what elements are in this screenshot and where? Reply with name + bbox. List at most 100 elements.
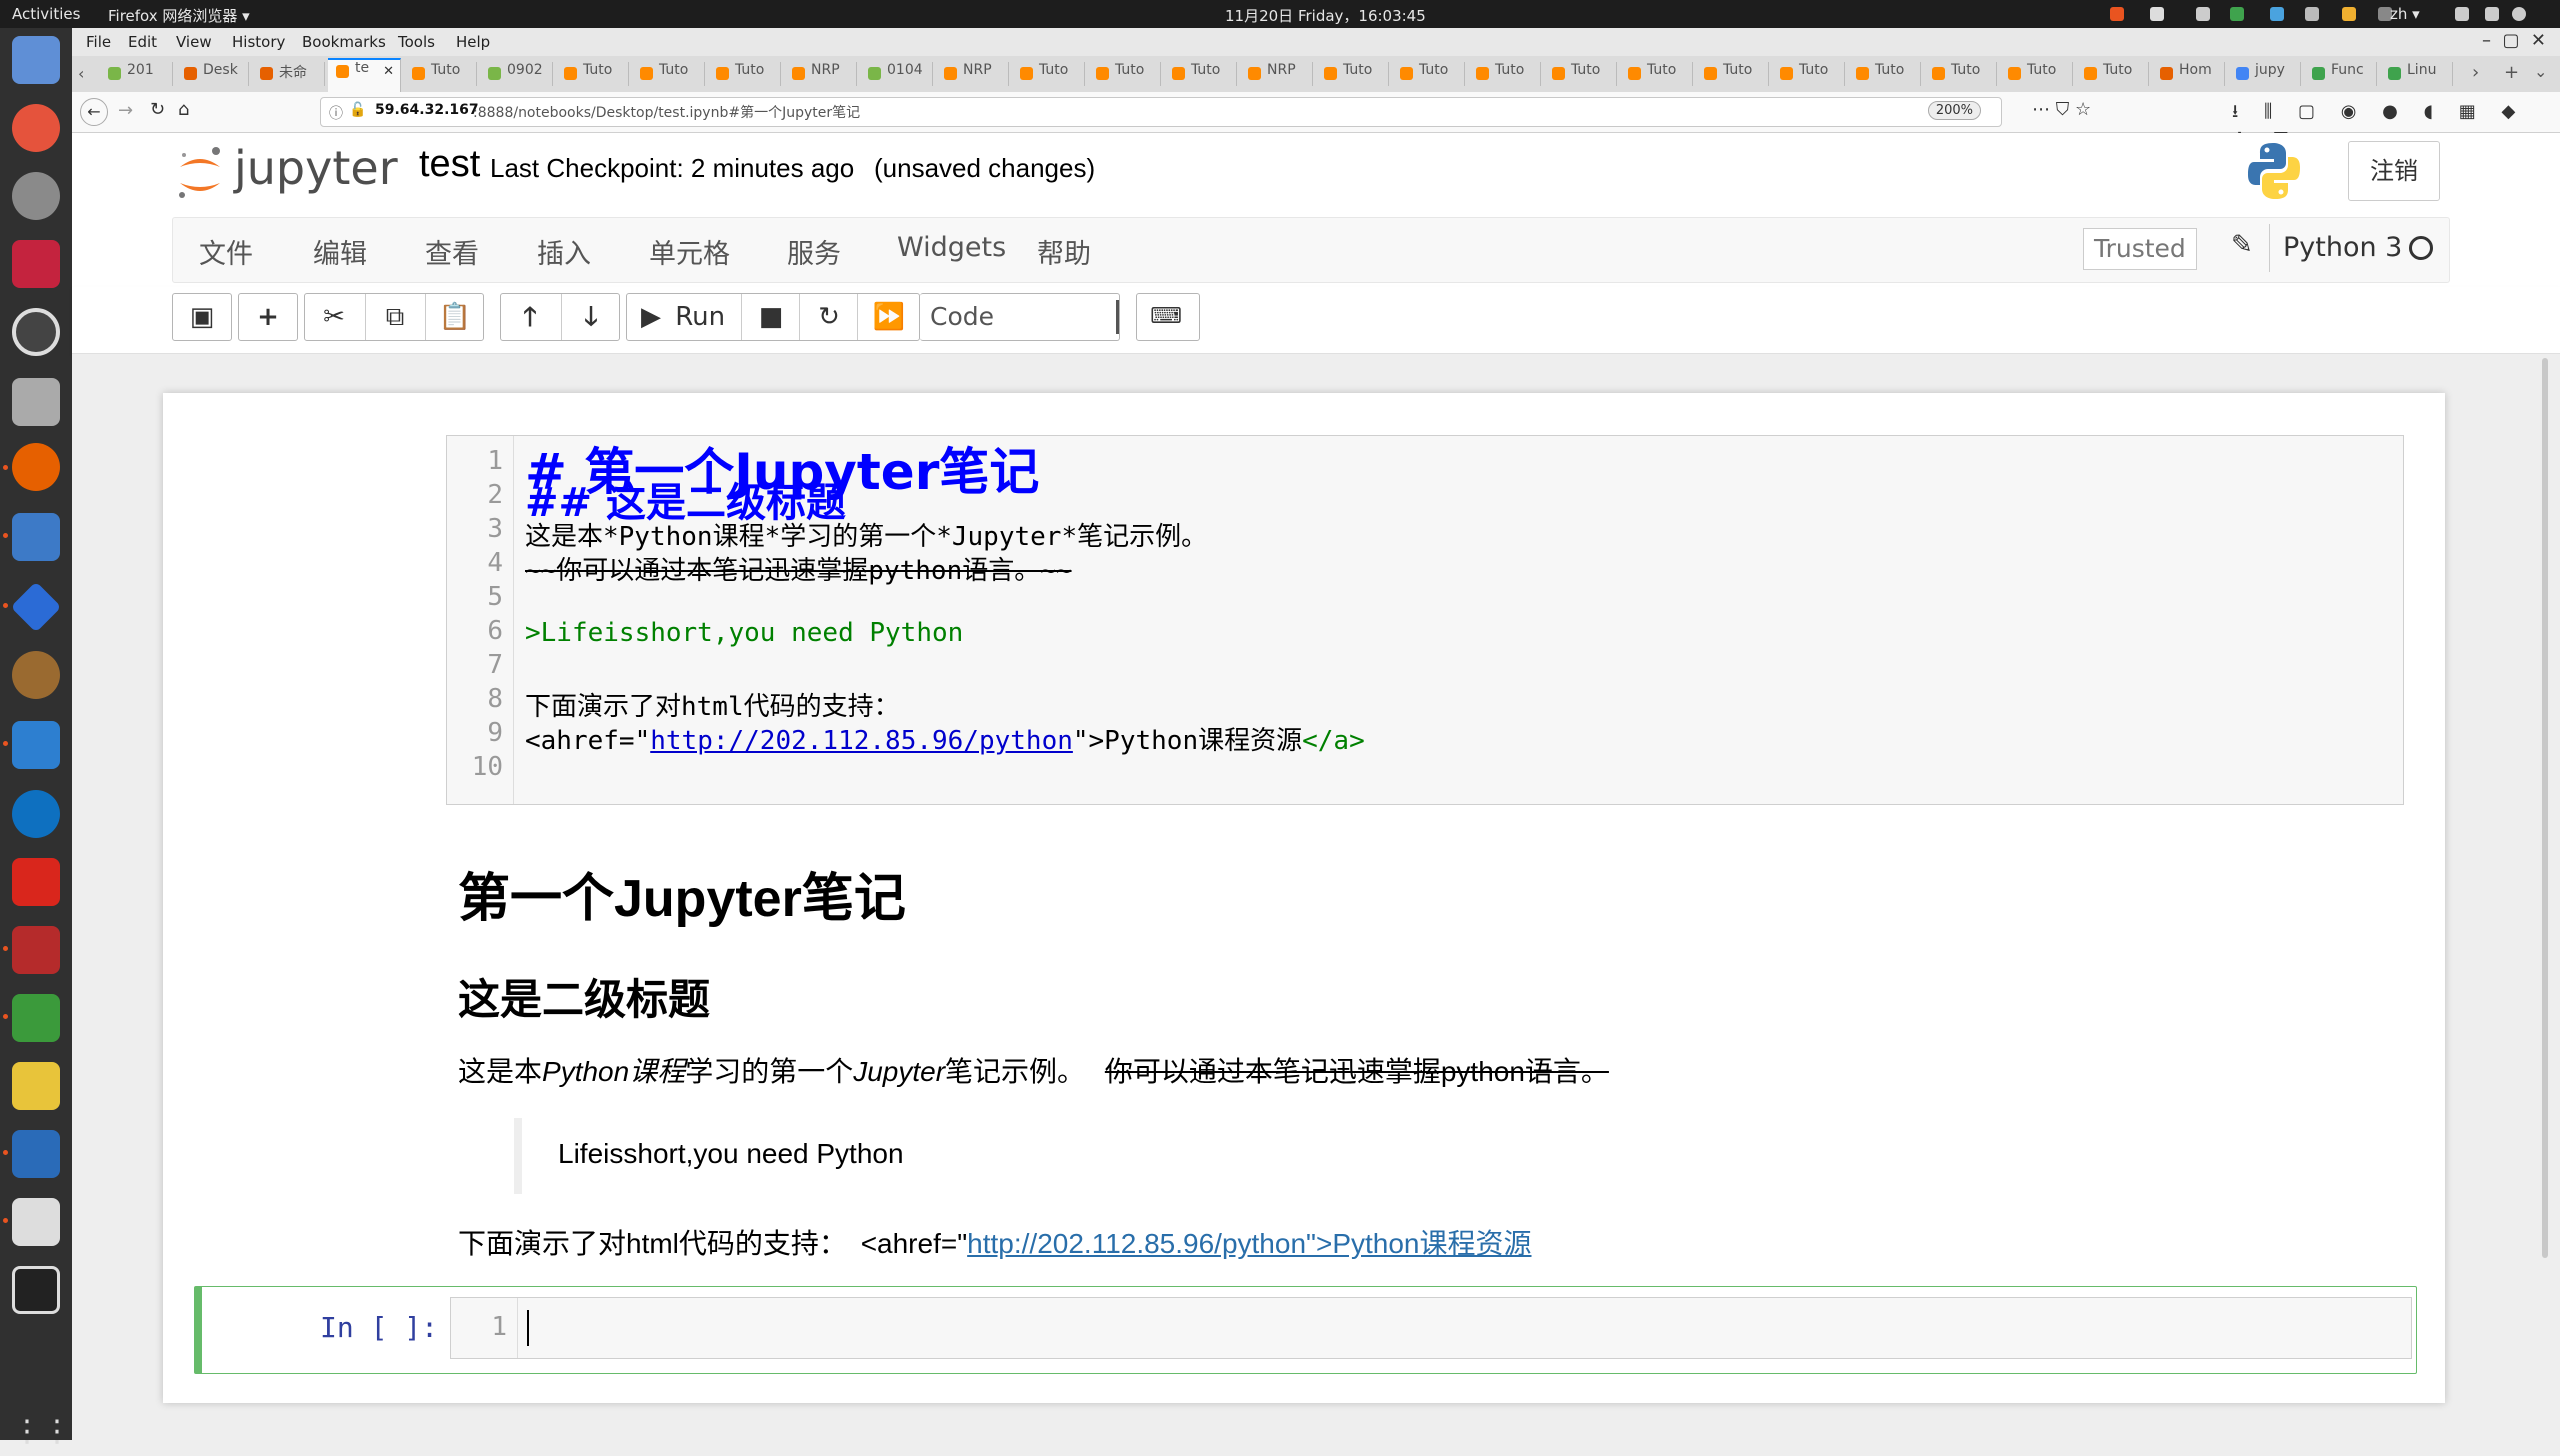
menu-help[interactable]: 帮助 [1037,232,1091,271]
browser-tab[interactable]: Func [2304,62,2377,86]
insert-cell-button[interactable]: + [238,293,298,341]
forward-button[interactable]: → [118,100,133,121]
back-button[interactable]: ← [80,98,108,126]
command-palette-button[interactable]: ⌨ [1136,293,1200,341]
browser-tab[interactable]: Tuto [1468,62,1541,86]
browser-tab[interactable]: Tuto [2076,62,2149,86]
menu-view[interactable]: View [176,33,212,51]
spreadsheet-icon[interactable] [12,994,60,1042]
browser-tab[interactable]: Tuto [1620,62,1693,86]
cut-icon[interactable]: ✂ [305,294,363,340]
browser-tab[interactable]: NRP [784,62,857,86]
paste-icon[interactable]: 📋 [425,294,484,340]
tab-list-icon[interactable]: ⌄ [2534,62,2547,81]
writer-icon[interactable] [12,1130,60,1178]
browser-tab[interactable]: Linu [2380,62,2453,86]
cell-type-select[interactable]: Code [920,293,1120,341]
firefox-icon[interactable] [12,443,60,491]
browser-tab[interactable]: Tuto [1696,62,1769,86]
menu-view[interactable]: 查看 [425,232,479,271]
browser-tab[interactable]: Tuto [1924,62,1997,86]
power-icon[interactable] [2512,7,2526,21]
menu-tools[interactable]: Tools [398,33,435,51]
tray-app-icon[interactable] [2110,7,2124,21]
site-info-icon[interactable]: ⓘ [329,103,343,123]
jupyter-logo-icon[interactable] [176,143,224,205]
menu-edit[interactable]: Edit [128,33,157,51]
browser-tab[interactable]: jupy [2228,62,2301,86]
zoom-indicator[interactable]: 200% [1927,101,1981,120]
menu-insert[interactable]: 插入 [537,232,591,271]
rendered-link[interactable]: http://202.112.85.96/python">Python课程资源 [967,1228,1531,1259]
markdown-cell-editor[interactable]: 1 2 3 4 5 6 7 8 9 10 # 第一个Jupyter笔记 ## 这… [446,435,2404,805]
browser-tab[interactable]: Tuto [1544,62,1617,86]
screenshot-app-icon[interactable] [12,36,60,84]
run-button[interactable]: ▶ Run [627,294,741,340]
browser-tab[interactable]: Tuto [1392,62,1465,86]
page-scrollbar[interactable] [2539,354,2553,1440]
kernel-name[interactable]: Python 3 [2283,232,2402,263]
browser-tab[interactable]: 0902 [480,62,553,86]
home-button[interactable]: ⌂ [178,99,189,120]
menu-file[interactable]: File [86,33,111,51]
interrupt-icon[interactable]: ■ [741,294,800,340]
disk-utility-icon[interactable] [12,308,60,356]
pdf-viewer-icon[interactable] [12,858,60,906]
move-down-icon[interactable]: 🡓 [561,294,620,340]
menu-history[interactable]: History [232,33,285,51]
insecure-lock-icon[interactable]: 🔓 [349,102,366,118]
new-tab-button[interactable]: + [2504,62,2519,83]
tray-app-icon[interactable] [2342,7,2356,21]
activities-button[interactable]: Activities [12,5,80,23]
browser-tab[interactable]: Hom [2152,62,2225,86]
page-actions-icon[interactable]: ⋯ ⛉ ☆ [2032,99,2091,120]
clock[interactable]: 11月20日 Friday，16:03:45 [1225,5,1426,26]
menu-cell[interactable]: 单元格 [649,232,730,271]
url-bar[interactable]: ⓘ 🔓 59.64.32.167 :8888/notebooks/Desktop… [320,97,2002,127]
browser-tab[interactable]: Tuto [708,62,781,86]
files-icon[interactable] [12,513,60,561]
tray-chat-icon[interactable] [2270,7,2284,21]
jupyter-logo-text[interactable]: jupyter [234,141,398,195]
browser-tab[interactable]: 201 [100,62,173,86]
help-icon[interactable] [12,104,60,152]
restart-icon[interactable]: ↻ [799,294,858,340]
code-cell-selected[interactable]: In [ ]: 1 [194,1286,2417,1374]
menu-bookmarks[interactable]: Bookmarks [302,33,386,51]
save-button[interactable]: ▣ [172,293,232,341]
camera-app-icon[interactable] [12,1266,60,1314]
mendeley-icon[interactable] [12,240,60,288]
browser-tab[interactable]: Tuto [404,62,477,86]
tray-app-icon[interactable] [2196,7,2210,21]
tab-scroll-right[interactable]: › [2472,62,2479,83]
show-apps-icon[interactable]: ⋮⋮ [12,1408,72,1456]
menu-edit[interactable]: 编辑 [313,232,367,271]
input-method[interactable]: zh ▾ [2390,5,2420,23]
menu-file[interactable]: 文件 [199,232,253,271]
browser-tab[interactable]: Tuto [632,62,705,86]
window-controls[interactable]: – ▢ ✕ [2482,30,2546,51]
tray-shield-icon[interactable] [2230,7,2244,21]
tray-plus-icon[interactable] [2150,7,2164,21]
reload-button[interactable]: ↻ [150,99,165,120]
copy-icon[interactable]: ⧉ [365,294,424,340]
browser-tab[interactable]: Desk [176,62,249,86]
tab-active[interactable]: te ✕ [328,58,401,92]
browser-tab[interactable]: Tuto [1772,62,1845,86]
browser-tab[interactable]: 未命 [252,62,325,86]
tab-scroll-left[interactable]: ‹ [78,64,84,83]
menu-kernel[interactable]: 服务 [787,232,841,271]
volume-icon[interactable] [2485,7,2499,21]
acorn-app-icon[interactable] [12,651,60,699]
notes-icon[interactable] [12,1198,60,1246]
trusted-indicator[interactable]: Trusted [2083,228,2197,270]
notebook-name[interactable]: test [419,143,480,186]
browser-tab[interactable]: NRP [936,62,1009,86]
file-cabinet-icon[interactable] [12,378,60,426]
app-menu[interactable]: Firefox 网络浏览器 ▾ [108,5,250,26]
browser-tab[interactable]: Tuto [1848,62,1921,86]
remote-desktop-icon[interactable] [10,581,62,633]
browser-tab[interactable]: Tuto [2000,62,2073,86]
code-editor[interactable]: 1 [450,1297,2412,1359]
vscode-icon[interactable] [12,721,60,769]
